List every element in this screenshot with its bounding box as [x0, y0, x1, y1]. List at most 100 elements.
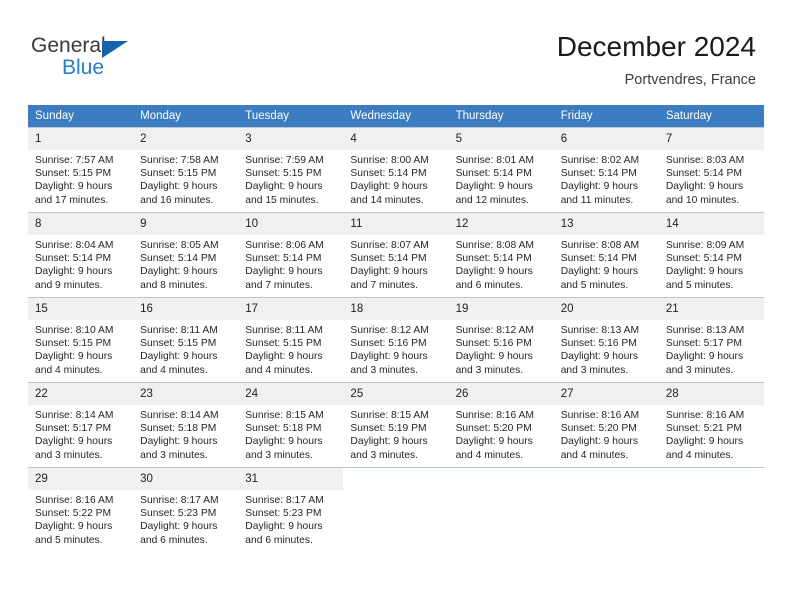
day-cell[interactable]: 29 Sunrise: 8:16 AM Sunset: 5:22 PM Dayl… — [28, 467, 134, 552]
day-cell[interactable]: 21 Sunrise: 8:13 AM Sunset: 5:17 PM Dayl… — [658, 297, 764, 383]
sunset-text: Sunset: 5:19 PM — [350, 423, 427, 435]
day-cell[interactable]: 31 Sunrise: 8:17 AM Sunset: 5:23 PM Dayl… — [238, 467, 344, 552]
day-number: 19 — [448, 298, 554, 320]
day-cell[interactable]: 18 Sunrise: 8:12 AM Sunset: 5:16 PM Dayl… — [343, 297, 449, 383]
weekday-header-monday: Monday — [133, 105, 239, 128]
day-details: Sunrise: 8:15 AM Sunset: 5:19 PM Dayligh… — [343, 405, 448, 462]
sunrise-text: Sunrise: 8:04 AM — [35, 240, 114, 251]
calendar-week-row: 8 Sunrise: 8:04 AM Sunset: 5:14 PM Dayli… — [28, 212, 764, 298]
day-cell[interactable]: 23 Sunrise: 8:14 AM Sunset: 5:18 PM Dayl… — [133, 382, 239, 468]
day-details: Sunrise: 8:16 AM Sunset: 5:20 PM Dayligh… — [554, 405, 659, 462]
day-cell[interactable]: 16 Sunrise: 8:11 AM Sunset: 5:15 PM Dayl… — [133, 297, 239, 383]
day-details: Sunrise: 8:00 AM Sunset: 5:14 PM Dayligh… — [343, 150, 448, 207]
daylight-text-line1: Daylight: 9 hours — [35, 436, 113, 448]
day-cell[interactable]: 17 Sunrise: 8:11 AM Sunset: 5:15 PM Dayl… — [238, 297, 344, 383]
daylight-text-line2: and 3 minutes. — [665, 364, 734, 376]
daylight-text-line1: Daylight: 9 hours — [665, 181, 744, 193]
day-number: 29 — [28, 468, 134, 490]
sunrise-text: Sunrise: 8:09 AM — [665, 240, 745, 251]
day-cell[interactable]: 28 Sunrise: 8:16 AM Sunset: 5:21 PM Dayl… — [658, 382, 764, 468]
day-cell[interactable]: 10 Sunrise: 8:06 AM Sunset: 5:14 PM Dayl… — [238, 212, 344, 298]
daylight-text-line2: and 3 minutes. — [350, 364, 418, 376]
daylight-text-line2: and 6 minutes. — [140, 534, 208, 546]
sunset-text: Sunset: 5:18 PM — [140, 423, 217, 435]
calendar-week-row: 1 Sunrise: 7:57 AM Sunset: 5:15 PM Dayli… — [28, 127, 764, 213]
day-cell[interactable]: 27 Sunrise: 8:16 AM Sunset: 5:20 PM Dayl… — [553, 382, 659, 468]
daylight-text-line2: and 3 minutes. — [35, 449, 103, 461]
day-details: Sunrise: 8:03 AM Sunset: 5:14 PM Dayligh… — [659, 150, 764, 207]
day-cell[interactable]: 7 Sunrise: 8:03 AM Sunset: 5:14 PM Dayli… — [658, 127, 764, 213]
day-number: 12 — [448, 213, 554, 235]
sunset-text: Sunset: 5:14 PM — [665, 253, 742, 265]
day-cell[interactable]: 3 Sunrise: 7:59 AM Sunset: 5:15 PM Dayli… — [238, 127, 344, 213]
calendar-body: 1 Sunrise: 7:57 AM Sunset: 5:15 PM Dayli… — [28, 127, 764, 552]
day-cell[interactable]: 13 Sunrise: 8:08 AM Sunset: 5:14 PM Dayl… — [553, 212, 659, 298]
day-number: 9 — [133, 213, 239, 235]
daylight-text-line1: Daylight: 9 hours — [455, 351, 533, 363]
sunrise-text: Sunrise: 8:17 AM — [140, 495, 219, 506]
day-details: Sunrise: 8:16 AM Sunset: 5:22 PM Dayligh… — [28, 490, 133, 547]
sunrise-text: Sunrise: 8:11 AM — [140, 325, 218, 336]
daylight-text-line2: and 4 minutes. — [560, 449, 629, 461]
sunrise-text: Sunrise: 8:16 AM — [665, 410, 745, 421]
day-number: 16 — [133, 298, 239, 320]
day-cell[interactable]: 1 Sunrise: 7:57 AM Sunset: 5:15 PM Dayli… — [28, 127, 134, 213]
day-cell[interactable]: 22 Sunrise: 8:14 AM Sunset: 5:17 PM Dayl… — [28, 382, 134, 468]
daylight-text-line2: and 3 minutes. — [140, 449, 208, 461]
day-number: 3 — [238, 128, 344, 150]
weekday-header-row: Sunday Monday Tuesday Wednesday Thursday… — [28, 105, 764, 128]
weekday-header-wednesday: Wednesday — [343, 105, 449, 128]
sunrise-text: Sunrise: 8:16 AM — [35, 495, 114, 506]
day-cell[interactable]: 5 Sunrise: 8:01 AM Sunset: 5:14 PM Dayli… — [448, 127, 554, 213]
sunrise-text: Sunrise: 7:58 AM — [140, 155, 219, 166]
sunrise-text: Sunrise: 8:01 AM — [455, 155, 534, 166]
daylight-text-line1: Daylight: 9 hours — [350, 266, 428, 278]
day-cell[interactable]: 6 Sunrise: 8:02 AM Sunset: 5:14 PM Dayli… — [553, 127, 659, 213]
day-number: 14 — [658, 213, 764, 235]
daylight-text-line2: and 12 minutes. — [455, 194, 529, 206]
sunset-text: Sunset: 5:14 PM — [245, 253, 322, 265]
day-cell[interactable]: 12 Sunrise: 8:08 AM Sunset: 5:14 PM Dayl… — [448, 212, 554, 298]
sunset-text: Sunset: 5:15 PM — [140, 338, 217, 350]
daylight-text-line1: Daylight: 9 hours — [245, 351, 323, 363]
day-number: 21 — [658, 298, 764, 320]
day-cell[interactable]: 2 Sunrise: 7:58 AM Sunset: 5:15 PM Dayli… — [133, 127, 239, 213]
daylight-text-line1: Daylight: 9 hours — [665, 436, 744, 448]
day-cell[interactable]: 4 Sunrise: 8:00 AM Sunset: 5:14 PM Dayli… — [343, 127, 449, 213]
sunset-text: Sunset: 5:16 PM — [455, 338, 532, 350]
daylight-text-line1: Daylight: 9 hours — [560, 181, 638, 193]
day-details: Sunrise: 8:17 AM Sunset: 5:23 PM Dayligh… — [133, 490, 238, 547]
sunrise-text: Sunrise: 8:16 AM — [560, 410, 640, 421]
day-cell[interactable]: 15 Sunrise: 8:10 AM Sunset: 5:15 PM Dayl… — [28, 297, 134, 383]
sunrise-text: Sunrise: 8:03 AM — [665, 155, 745, 166]
general-blue-logo[interactable]: General Blue — [31, 34, 211, 86]
sunrise-text: Sunrise: 8:17 AM — [245, 495, 324, 506]
daylight-text-line2: and 6 minutes. — [245, 534, 313, 546]
sunrise-text: Sunrise: 8:02 AM — [560, 155, 640, 166]
day-cell[interactable]: 24 Sunrise: 8:15 AM Sunset: 5:18 PM Dayl… — [238, 382, 344, 468]
sunrise-text: Sunrise: 8:14 AM — [140, 410, 219, 421]
day-cell[interactable]: 9 Sunrise: 8:05 AM Sunset: 5:14 PM Dayli… — [133, 212, 239, 298]
day-details: Sunrise: 8:11 AM Sunset: 5:15 PM Dayligh… — [133, 320, 238, 377]
day-cell[interactable]: 20 Sunrise: 8:13 AM Sunset: 5:16 PM Dayl… — [553, 297, 659, 383]
day-cell[interactable]: 11 Sunrise: 8:07 AM Sunset: 5:14 PM Dayl… — [343, 212, 449, 298]
day-number: 11 — [343, 213, 449, 235]
day-cell[interactable]: 14 Sunrise: 8:09 AM Sunset: 5:14 PM Dayl… — [658, 212, 764, 298]
daylight-text-line2: and 3 minutes. — [350, 449, 418, 461]
daylight-text-line1: Daylight: 9 hours — [35, 181, 113, 193]
daylight-text-line2: and 5 minutes. — [560, 279, 629, 291]
day-number — [659, 468, 764, 478]
day-cell[interactable]: 25 Sunrise: 8:15 AM Sunset: 5:19 PM Dayl… — [343, 382, 449, 468]
sunrise-text: Sunrise: 8:06 AM — [245, 240, 324, 251]
page-subtitle-location: Portvendres, France — [624, 72, 756, 88]
sunset-text: Sunset: 5:14 PM — [560, 168, 637, 180]
title-block: December 2024 Portvendres, France — [557, 30, 756, 90]
day-cell[interactable]: 19 Sunrise: 8:12 AM Sunset: 5:16 PM Dayl… — [448, 297, 554, 383]
day-cell[interactable]: 30 Sunrise: 8:17 AM Sunset: 5:23 PM Dayl… — [133, 467, 239, 552]
day-number: 27 — [553, 383, 659, 405]
day-cell[interactable]: 26 Sunrise: 8:16 AM Sunset: 5:20 PM Dayl… — [448, 382, 554, 468]
logo-text-general: General — [31, 34, 106, 57]
day-number — [449, 468, 554, 478]
day-details: Sunrise: 8:14 AM Sunset: 5:18 PM Dayligh… — [133, 405, 238, 462]
day-cell[interactable]: 8 Sunrise: 8:04 AM Sunset: 5:14 PM Dayli… — [28, 212, 134, 298]
